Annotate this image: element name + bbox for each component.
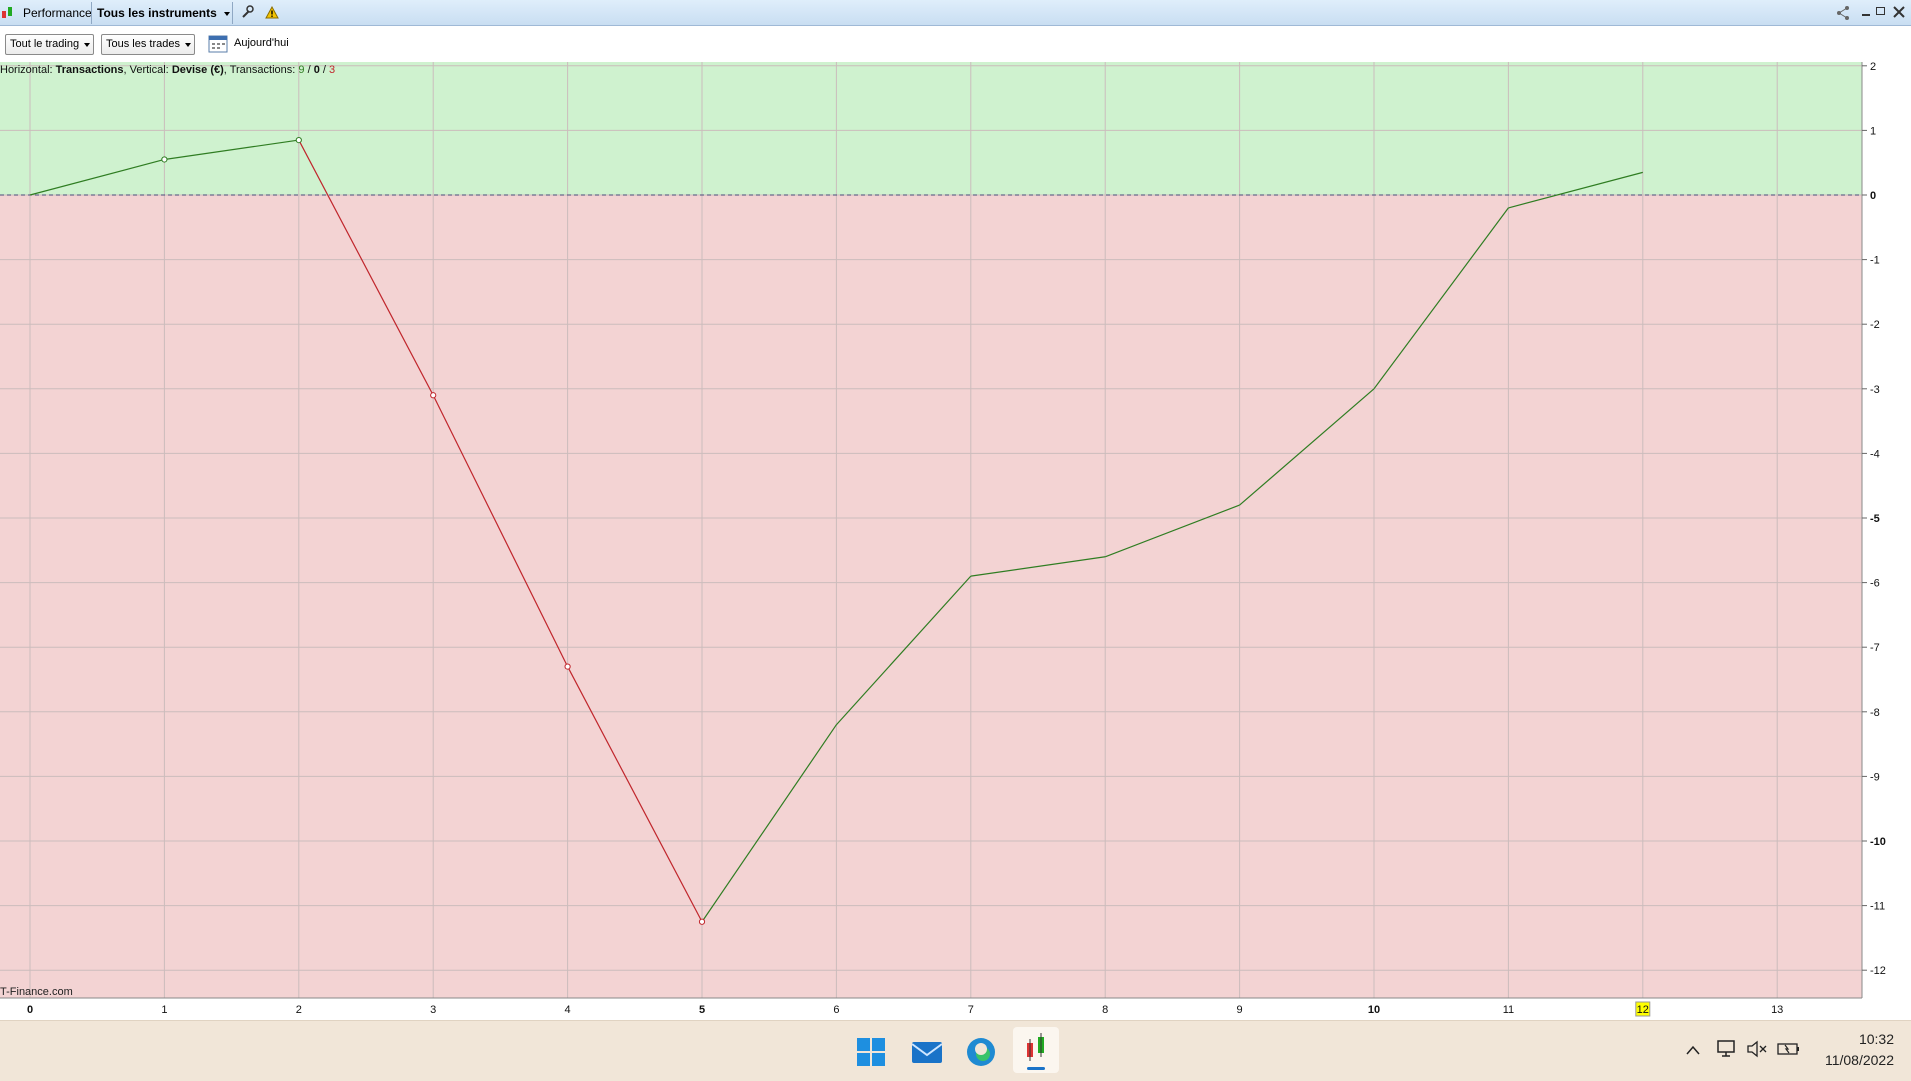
x-tick-label: 8: [1102, 1004, 1108, 1016]
x-tick-label: 6: [833, 1004, 839, 1016]
y-tick-label: -10: [1870, 836, 1886, 848]
profit-zone: [0, 62, 1862, 195]
x-tick-label: 0: [27, 1004, 33, 1016]
date-label: Aujourd'hui: [234, 37, 289, 49]
caption-sep: /: [319, 64, 329, 76]
caption-h-value: Transactions: [55, 64, 124, 76]
clock-date[interactable]: 11/08/2022: [1810, 1052, 1894, 1068]
performance-chart: 2 1 0 -1 -2 -3 -4 -5 -6 -7 -8 -9 -10 -11 -12 0 1 2 3 4 5 6 7 8 9…: [0, 58, 1911, 1020]
speaker-muted-icon[interactable]: [1746, 1040, 1768, 1058]
y-tick-label: -7: [1870, 642, 1880, 654]
y-tick-label: -2: [1870, 319, 1880, 331]
caption-h-label: Horizontal:: [0, 64, 53, 76]
equity-curve-chart: 210-1-2-3-4-5-6-7-8-9-10-11-120 1 2 3 4 5 6 7 8 9…: [0, 58, 1911, 1020]
title-bar: Performance Tous les instruments: [0, 0, 1911, 26]
y-tick-label: -11: [1870, 901, 1885, 913]
y-tick-label: 0: [1870, 190, 1876, 202]
windows-start-icon[interactable]: [857, 1038, 885, 1066]
edge-browser-icon[interactable]: [966, 1037, 996, 1067]
caption-losses: 3: [329, 64, 336, 76]
data-point: [698, 918, 706, 925]
restore-icon[interactable]: [1876, 7, 1885, 15]
y-tick-label: -12: [1870, 965, 1886, 977]
instrument-label: Tous les instruments: [97, 6, 217, 20]
loss-zone: [0, 195, 1862, 998]
caption-v-label: , Vertical:: [123, 64, 169, 76]
x-tick-label: 12: [1637, 1004, 1649, 1016]
brand-watermark: T-Finance.com: [0, 986, 73, 998]
x-tick-label: 1: [161, 1004, 167, 1016]
x-tick-label: 13: [1771, 1004, 1783, 1016]
x-tick-label: 3: [430, 1004, 436, 1016]
trading-app-icon[interactable]: [1013, 1027, 1059, 1073]
data-point: [295, 136, 302, 144]
clock-time[interactable]: 10:32: [1810, 1031, 1894, 1047]
data-point: [161, 156, 168, 163]
warning-icon[interactable]: [265, 5, 279, 19]
y-tick-label: -3: [1870, 384, 1880, 396]
x-tick-label: 9: [1237, 1004, 1243, 1016]
data-point: [564, 663, 571, 670]
y-tick-label: 2: [1870, 62, 1876, 73]
y-tick-label: -4: [1870, 448, 1880, 460]
app-title[interactable]: Performance: [23, 0, 92, 26]
chevron-down-icon: [184, 43, 191, 47]
instrument-selector[interactable]: Tous les instruments: [97, 0, 231, 26]
trades-filter-label: Tous les trades: [106, 38, 180, 50]
x-tick-label: 7: [968, 1004, 974, 1016]
x-axis-panel: [0, 998, 1911, 1020]
y-tick-label: -1: [1870, 255, 1880, 267]
x-tick-label: 11: [1503, 1004, 1514, 1016]
trading-filter-label: Tout le trading: [10, 38, 80, 50]
trades-filter-dropdown[interactable]: Tous les trades: [101, 34, 195, 55]
chevron-down-icon: [224, 11, 231, 16]
y-tick-label: 1: [1870, 125, 1876, 137]
caption-v-value: Devise (€): [171, 64, 224, 76]
chevron-down-icon: [84, 43, 91, 47]
trading-filter-dropdown[interactable]: Tout le trading: [5, 34, 95, 55]
y-tick-label: -9: [1870, 771, 1880, 783]
x-tick-label: 2: [296, 1004, 302, 1016]
wrench-icon[interactable]: [240, 5, 254, 19]
caption-sep: /: [304, 64, 314, 76]
share-icon[interactable]: [1835, 5, 1851, 21]
taskbar: 10:32 11/08/2022: [0, 1020, 1911, 1081]
y-axis-panel: [1862, 58, 1911, 998]
app-logo-icon: [1, 6, 13, 20]
data-point: [430, 392, 437, 399]
x-tick-label: 5: [699, 1004, 705, 1016]
x-tick-label: 10: [1368, 1004, 1380, 1016]
network-icon[interactable]: [1716, 1039, 1738, 1059]
minimize-icon[interactable]: [1862, 14, 1870, 16]
y-tick-label: -5: [1870, 513, 1880, 525]
x-tick-label: 4: [565, 1004, 571, 1016]
calendar-icon: [208, 34, 228, 53]
y-tick-label: -6: [1870, 578, 1880, 590]
battery-icon[interactable]: [1777, 1041, 1801, 1057]
chart-caption: Horizontal: Transactions, Vertical: Devi…: [0, 64, 335, 76]
caption-t-label: , Transactions:: [223, 64, 296, 76]
close-icon[interactable]: [1893, 5, 1905, 18]
mail-icon[interactable]: [911, 1039, 943, 1065]
y-tick-label: -8: [1870, 707, 1880, 719]
chevron-up-icon[interactable]: [1685, 1043, 1701, 1055]
